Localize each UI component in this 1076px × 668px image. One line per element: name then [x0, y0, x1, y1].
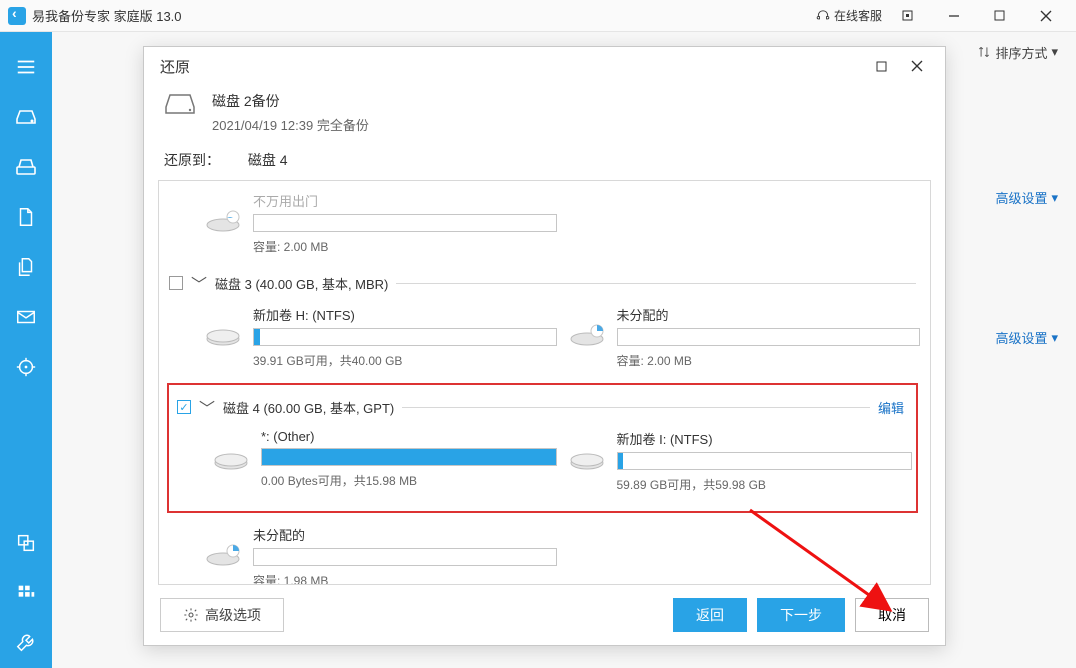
backup-subtitle: 2021/04/19 12:39 完全备份	[212, 115, 369, 134]
partition-stat: 0.00 Bytes可用，共15.98 MB	[261, 472, 557, 489]
back-button[interactable]: 返回	[673, 598, 747, 632]
titlebar-extra-button[interactable]	[892, 0, 938, 32]
sort-label: 排序方式	[995, 43, 1047, 62]
title-bar: 易我备份专家 家庭版 13.0 在线客服	[0, 0, 1076, 32]
dialog-footer: 高级选项 返回 下一步 取消	[144, 585, 945, 645]
next-button[interactable]: 下一步	[757, 598, 845, 632]
dialog-close-button[interactable]	[899, 52, 935, 80]
disk-3-label: 磁盘 3 (40.00 GB, 基本, MBR)	[215, 274, 388, 293]
drive-icon	[14, 155, 38, 179]
dialog-title: 还原	[160, 56, 190, 77]
advanced-options-label: 高级选项	[205, 605, 261, 625]
menu-icon	[15, 56, 37, 78]
partition-name: 不万用出门	[253, 191, 557, 210]
grid-icon	[15, 582, 37, 604]
advanced-settings-link-2[interactable]: 高级设置 ▾	[995, 328, 1058, 347]
close-icon	[911, 60, 923, 72]
close-button[interactable]	[1030, 0, 1076, 32]
sidebar-copy-button[interactable]	[0, 242, 52, 292]
disk-icon	[14, 105, 38, 129]
maximize-button[interactable]	[984, 0, 1030, 32]
sidebar-mail-button[interactable]	[0, 292, 52, 342]
dialog-titlebar: 还原	[144, 47, 945, 85]
disk-3-checkbox[interactable]	[169, 276, 183, 290]
dialog-header: 磁盘 2备份 2021/04/19 12:39 完全备份	[144, 85, 945, 150]
partition-stat: 59.89 GB可用，共59.98 GB	[617, 476, 913, 493]
restore-to-value: 磁盘 4	[248, 152, 288, 168]
sidebar-tools-button[interactable]	[0, 568, 52, 618]
drive-icon	[567, 445, 607, 473]
disk-4-header[interactable]: ✓ ﹀ 磁盘 4 (60.00 GB, 基本, GPT) 编辑	[173, 389, 912, 425]
restore-dialog: 还原 磁盘 2备份 2021/04/19 12:39 完全备份 还原到： 磁盘 …	[143, 46, 946, 646]
sort-button[interactable]: 排序方式 ▾	[977, 43, 1058, 62]
maximize-icon	[876, 61, 887, 72]
disk-list[interactable]: 不万用出门 容量: 2.00 MB ﹀ 磁盘 3 (40.00 GB, 基本, …	[158, 180, 931, 585]
minimize-button[interactable]	[938, 0, 984, 32]
sort-icon	[977, 45, 991, 59]
usage-bar	[617, 328, 921, 346]
partition-stat: 容量: 2.00 MB	[617, 352, 921, 369]
drive-icon	[567, 321, 607, 349]
partition-name: 未分配的	[617, 305, 921, 324]
sidebar-settings-button[interactable]	[0, 618, 52, 668]
usage-bar	[253, 548, 557, 566]
target-icon	[15, 356, 37, 378]
partition-name: *: (Other)	[261, 429, 557, 444]
gear-icon	[183, 607, 199, 623]
usage-bar	[617, 452, 913, 470]
file-icon	[15, 206, 37, 228]
drive-icon	[211, 445, 251, 473]
sidebar	[0, 32, 52, 668]
app-icon	[8, 7, 26, 25]
partition-stat: 容量: 1.98 MB	[253, 572, 557, 585]
app-title: 易我备份专家 家庭版 13.0	[32, 6, 182, 25]
overlap-icon	[15, 532, 37, 554]
chevron-down-icon: ﹀	[191, 271, 207, 295]
minimize-icon	[948, 10, 960, 22]
sidebar-system-button[interactable]	[0, 142, 52, 192]
partition-name: 未分配的	[253, 525, 557, 544]
square-dot-icon	[902, 10, 913, 21]
mail-icon	[15, 306, 37, 328]
dialog-maximize-button[interactable]	[863, 52, 899, 80]
backup-disk-icon	[164, 91, 196, 115]
disk-4-label: 磁盘 4 (60.00 GB, 基本, GPT)	[223, 398, 394, 417]
partition-name: 新加卷 I: (NTFS)	[617, 429, 913, 448]
online-service-label: 在线客服	[834, 7, 882, 24]
advanced-settings-link-1[interactable]: 高级设置 ▾	[995, 188, 1058, 207]
drive-icon	[203, 321, 243, 349]
advanced-options-button[interactable]: 高级选项	[160, 598, 284, 632]
sidebar-menu-button[interactable]	[0, 42, 52, 92]
cancel-button[interactable]: 取消	[855, 598, 929, 632]
headset-icon	[816, 9, 830, 23]
drive-icon	[203, 207, 243, 235]
disk-4-checkbox[interactable]: ✓	[177, 400, 191, 414]
chevron-down-icon: ﹀	[199, 395, 215, 419]
usage-bar	[253, 214, 557, 232]
chevron-down-icon: ▾	[1051, 44, 1058, 60]
usage-bar	[261, 448, 557, 466]
online-service-button[interactable]: 在线客服	[806, 0, 892, 32]
partition-name: 新加卷 H: (NTFS)	[253, 305, 557, 324]
selected-disk-highlight: ✓ ﹀ 磁盘 4 (60.00 GB, 基本, GPT) 编辑 *: (Othe…	[167, 383, 918, 513]
partition-stat: 容量: 2.00 MB	[253, 238, 557, 255]
sidebar-file-button[interactable]	[0, 192, 52, 242]
restore-destination-row: 还原到： 磁盘 4	[144, 150, 945, 180]
edit-link[interactable]: 编辑	[878, 398, 904, 417]
restore-to-label: 还原到：	[164, 152, 220, 168]
sidebar-disk-button[interactable]	[0, 92, 52, 142]
maximize-icon	[994, 10, 1005, 21]
close-icon	[1040, 10, 1052, 22]
usage-bar	[253, 328, 557, 346]
wrench-icon	[15, 632, 37, 654]
drive-icon	[203, 541, 243, 569]
disk-3-header[interactable]: ﹀ 磁盘 3 (40.00 GB, 基本, MBR)	[165, 265, 920, 301]
sidebar-clone-button[interactable]	[0, 518, 52, 568]
partition-stat: 39.91 GB可用，共40.00 GB	[253, 352, 557, 369]
files-icon	[15, 256, 37, 278]
sidebar-target-button[interactable]	[0, 342, 52, 392]
backup-name: 磁盘 2备份	[212, 91, 369, 111]
